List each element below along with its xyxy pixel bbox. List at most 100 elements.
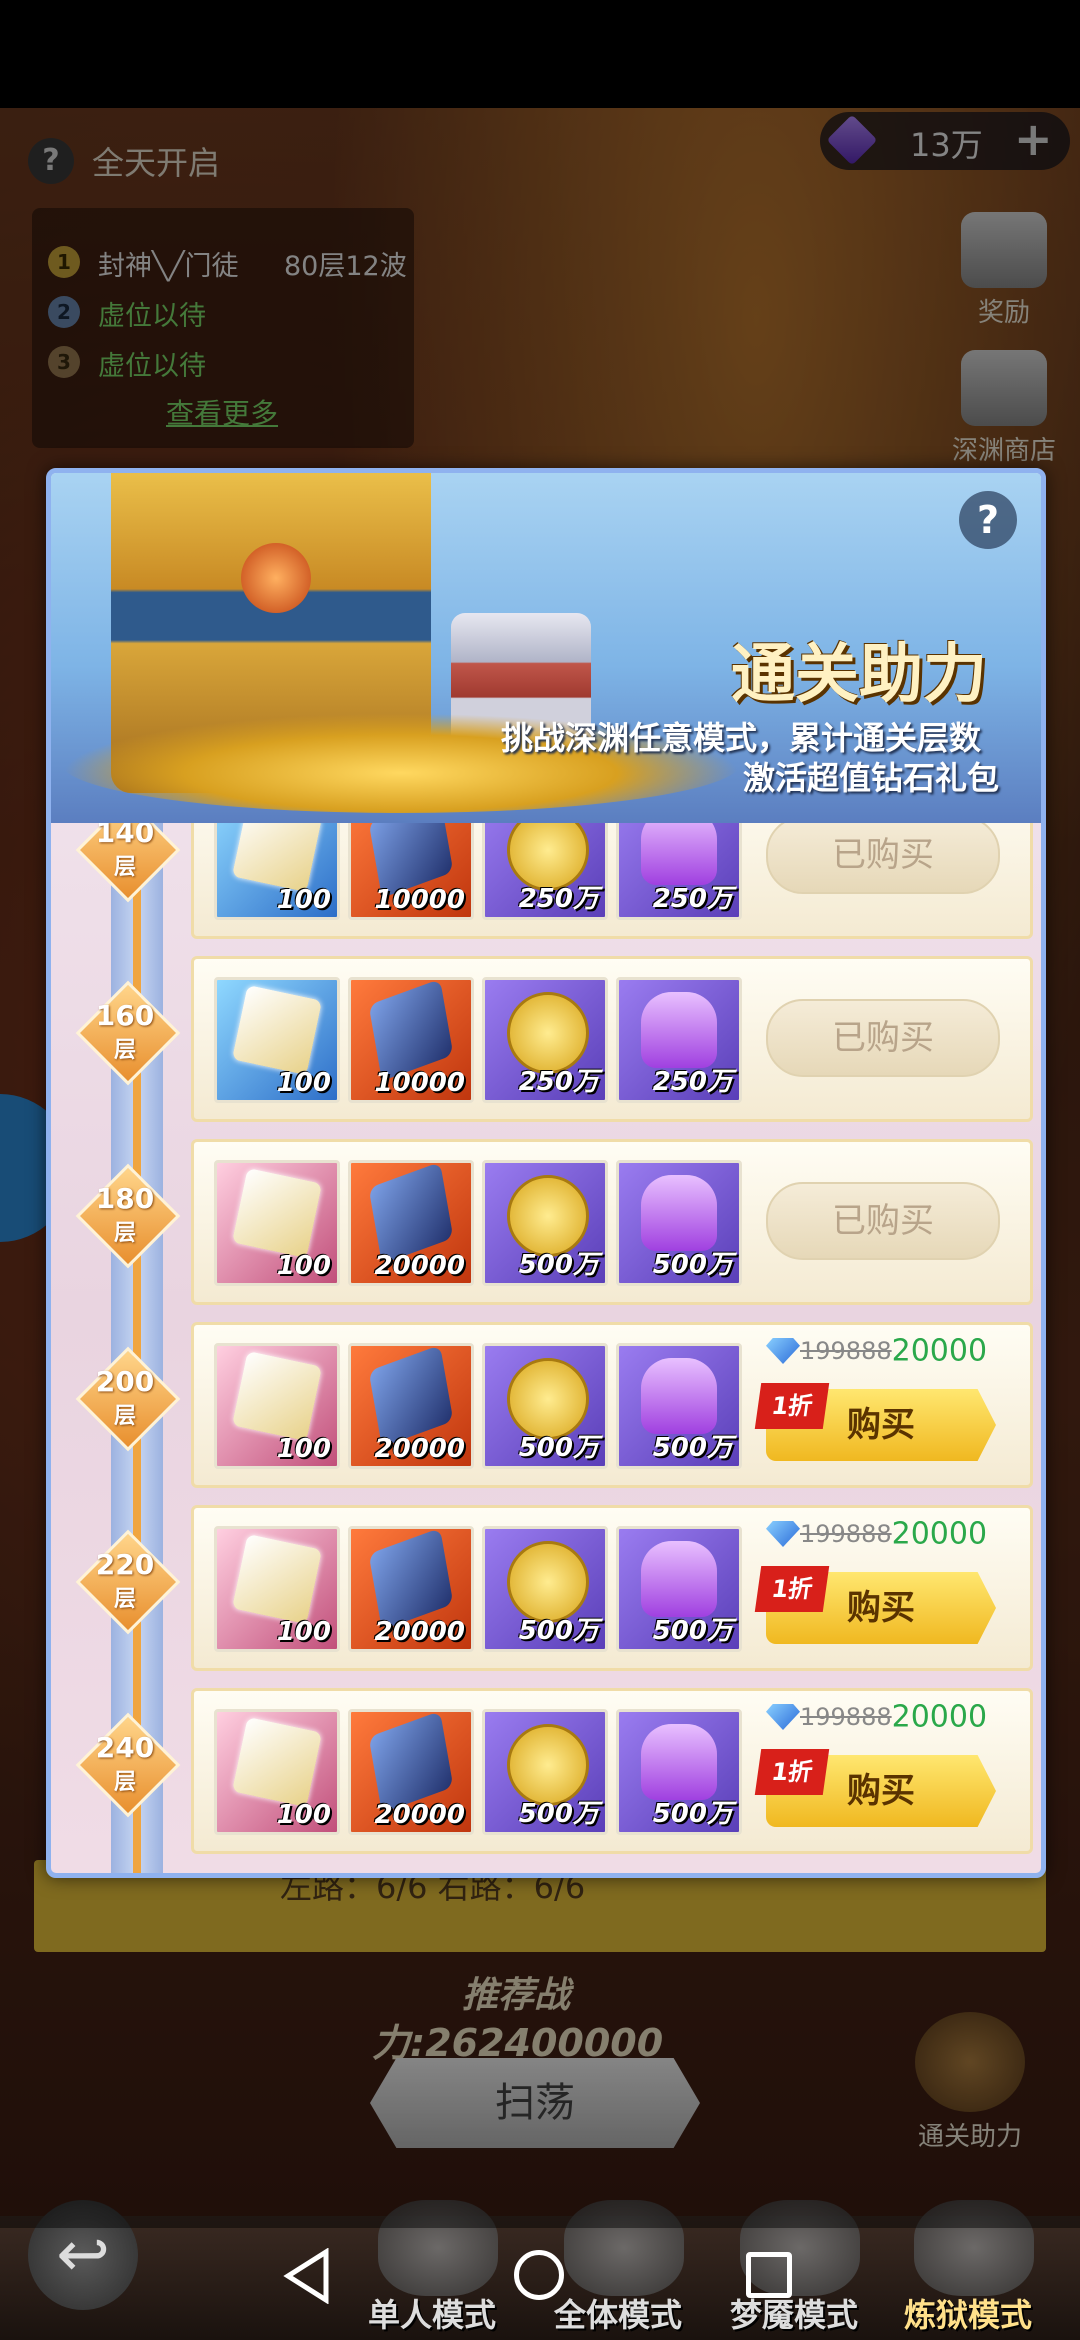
reward-item[interactable]: 10000 [348, 823, 474, 920]
item-quantity: 20000 [374, 1251, 465, 1281]
potion-icon [641, 1724, 717, 1800]
floor-marker: 240 层 [79, 1716, 171, 1808]
chest-gem-image [241, 543, 311, 613]
floor-label: 200 层 [95, 1365, 155, 1430]
nav-recent-icon[interactable] [746, 2252, 792, 2298]
reward-item[interactable]: 20000 [348, 1709, 474, 1835]
item-quantity: 20000 [374, 1800, 465, 1830]
item-quantity: 500万 [518, 1433, 599, 1463]
pink-cube-icon [231, 1716, 323, 1808]
nav-back-icon[interactable] [282, 2248, 332, 2304]
reward-item[interactable]: 500万 [482, 1160, 608, 1286]
reward-item[interactable]: 500万 [482, 1709, 608, 1835]
item-quantity: 10000 [374, 1068, 465, 1098]
discount-badge: 1折 [754, 1383, 830, 1429]
modal-title: 通关助力 [731, 638, 987, 712]
reward-item[interactable]: 10000 [348, 977, 474, 1103]
potion-icon [641, 992, 717, 1068]
item-quantity: 100 [276, 885, 331, 915]
reward-item[interactable]: 250万 [616, 823, 742, 920]
item-quantity: 500万 [652, 1433, 733, 1463]
mode-all-button[interactable]: 全体模式 [554, 2290, 682, 2336]
purchased-button: 已购买 [766, 823, 1000, 894]
price-row: 19988820000 [766, 1516, 987, 1560]
discount-badge: 1折 [754, 1749, 830, 1795]
blue-cube-icon [231, 984, 323, 1076]
pink-cube-icon [231, 1167, 323, 1259]
potion-icon [641, 1175, 717, 1251]
modal-subtitle-line-2: 激活超值钻石礼包 [743, 759, 1000, 797]
pink-cube-icon [231, 1350, 323, 1442]
price-row: 19988820000 [766, 1333, 987, 1377]
reward-item[interactable]: 500万 [482, 1343, 608, 1469]
potion-icon [641, 1358, 717, 1434]
original-price: 199888 [800, 1703, 892, 1731]
item-quantity: 500万 [518, 1616, 599, 1646]
floor-marker: 140 层 [79, 823, 171, 893]
tier-row: 140 层 100 10000 250万 250万 已购买 [51, 823, 1041, 945]
item-quantity: 20000 [374, 1434, 465, 1464]
reward-item[interactable]: 500万 [616, 1160, 742, 1286]
floor-label: 220 层 [95, 1548, 155, 1613]
purchased-button: 已购买 [766, 999, 1000, 1077]
reward-card: 100 20000 500万 500万 19988820000 购买 1折 [191, 1505, 1033, 1671]
mode-hell-button[interactable]: 炼狱模式 [904, 2290, 1032, 2336]
item-quantity: 500万 [518, 1250, 599, 1280]
reward-item[interactable]: 20000 [348, 1160, 474, 1286]
reward-item[interactable]: 100 [214, 1160, 340, 1286]
crystal-icon [368, 1712, 454, 1813]
reward-item[interactable]: 100 [214, 1343, 340, 1469]
discount-price: 20000 [891, 1516, 988, 1552]
tier-row: 240 层 100 20000 500万 500万 19988820000 购买… [51, 1678, 1041, 1860]
status-bar [0, 0, 1080, 108]
reward-item[interactable]: 500万 [482, 1526, 608, 1652]
crystal-icon [368, 1163, 454, 1264]
mode-single-button[interactable]: 单人模式 [368, 2290, 496, 2336]
item-quantity: 100 [276, 1068, 331, 1098]
reward-item[interactable]: 100 [214, 1526, 340, 1652]
original-price: 199888 [800, 1337, 892, 1365]
reward-item[interactable]: 500万 [616, 1709, 742, 1835]
potion-icon [641, 1541, 717, 1617]
reward-item[interactable]: 100 [214, 1709, 340, 1835]
discount-price: 20000 [891, 1699, 988, 1735]
item-quantity: 20000 [374, 1617, 465, 1647]
floor-label: 240 层 [95, 1731, 155, 1796]
item-quantity: 500万 [652, 1616, 733, 1646]
reward-card: 100 10000 250万 250万 已购买 [191, 956, 1033, 1122]
discount-badge: 1折 [754, 1566, 830, 1612]
modal-banner: ? 通关助力 挑战深渊任意模式，累计通关层数 激活超值钻石礼包 [51, 473, 1041, 823]
item-quantity: 10000 [374, 885, 465, 915]
item-quantity: 500万 [518, 1799, 599, 1829]
reward-item[interactable]: 250万 [482, 977, 608, 1103]
item-quantity: 100 [276, 1434, 331, 1464]
reward-item[interactable]: 500万 [616, 1343, 742, 1469]
reward-item[interactable]: 20000 [348, 1526, 474, 1652]
modal-help-icon[interactable]: ? [959, 491, 1017, 549]
nav-home-icon[interactable] [514, 2250, 564, 2300]
reward-card: 100 20000 500万 500万 已购买 [191, 1139, 1033, 1305]
reward-card: 100 20000 500万 500万 19988820000 购买 1折 [191, 1688, 1033, 1854]
purchased-button: 已购买 [766, 1182, 1000, 1260]
tier-list[interactable]: 140 层 100 10000 250万 250万 已购买 160 层 100 … [51, 823, 1041, 1873]
tier-row: 180 层 100 20000 500万 500万 已购买 [51, 1129, 1041, 1311]
item-quantity: 250万 [652, 1067, 733, 1097]
floor-label: 180 层 [95, 1182, 155, 1247]
original-price: 199888 [800, 1520, 892, 1548]
tier-row: 160 层 100 10000 250万 250万 已购买 [51, 946, 1041, 1128]
floor-label: 160 层 [95, 999, 155, 1064]
floor-marker: 200 层 [79, 1350, 171, 1442]
reward-item[interactable]: 500万 [616, 1526, 742, 1652]
reward-item[interactable]: 250万 [616, 977, 742, 1103]
reward-item[interactable]: 100 [214, 977, 340, 1103]
reward-card: 100 20000 500万 500万 19988820000 购买 1折 [191, 1322, 1033, 1488]
crystal-icon [368, 980, 454, 1081]
reward-item[interactable]: 250万 [482, 823, 608, 920]
item-quantity: 500万 [652, 1250, 733, 1280]
floor-label: 140 层 [95, 823, 155, 880]
floor-marker: 180 层 [79, 1167, 171, 1259]
item-quantity: 100 [276, 1800, 331, 1830]
reward-item[interactable]: 20000 [348, 1343, 474, 1469]
reward-item[interactable]: 100 [214, 823, 340, 920]
diamond-icon [766, 1338, 800, 1364]
